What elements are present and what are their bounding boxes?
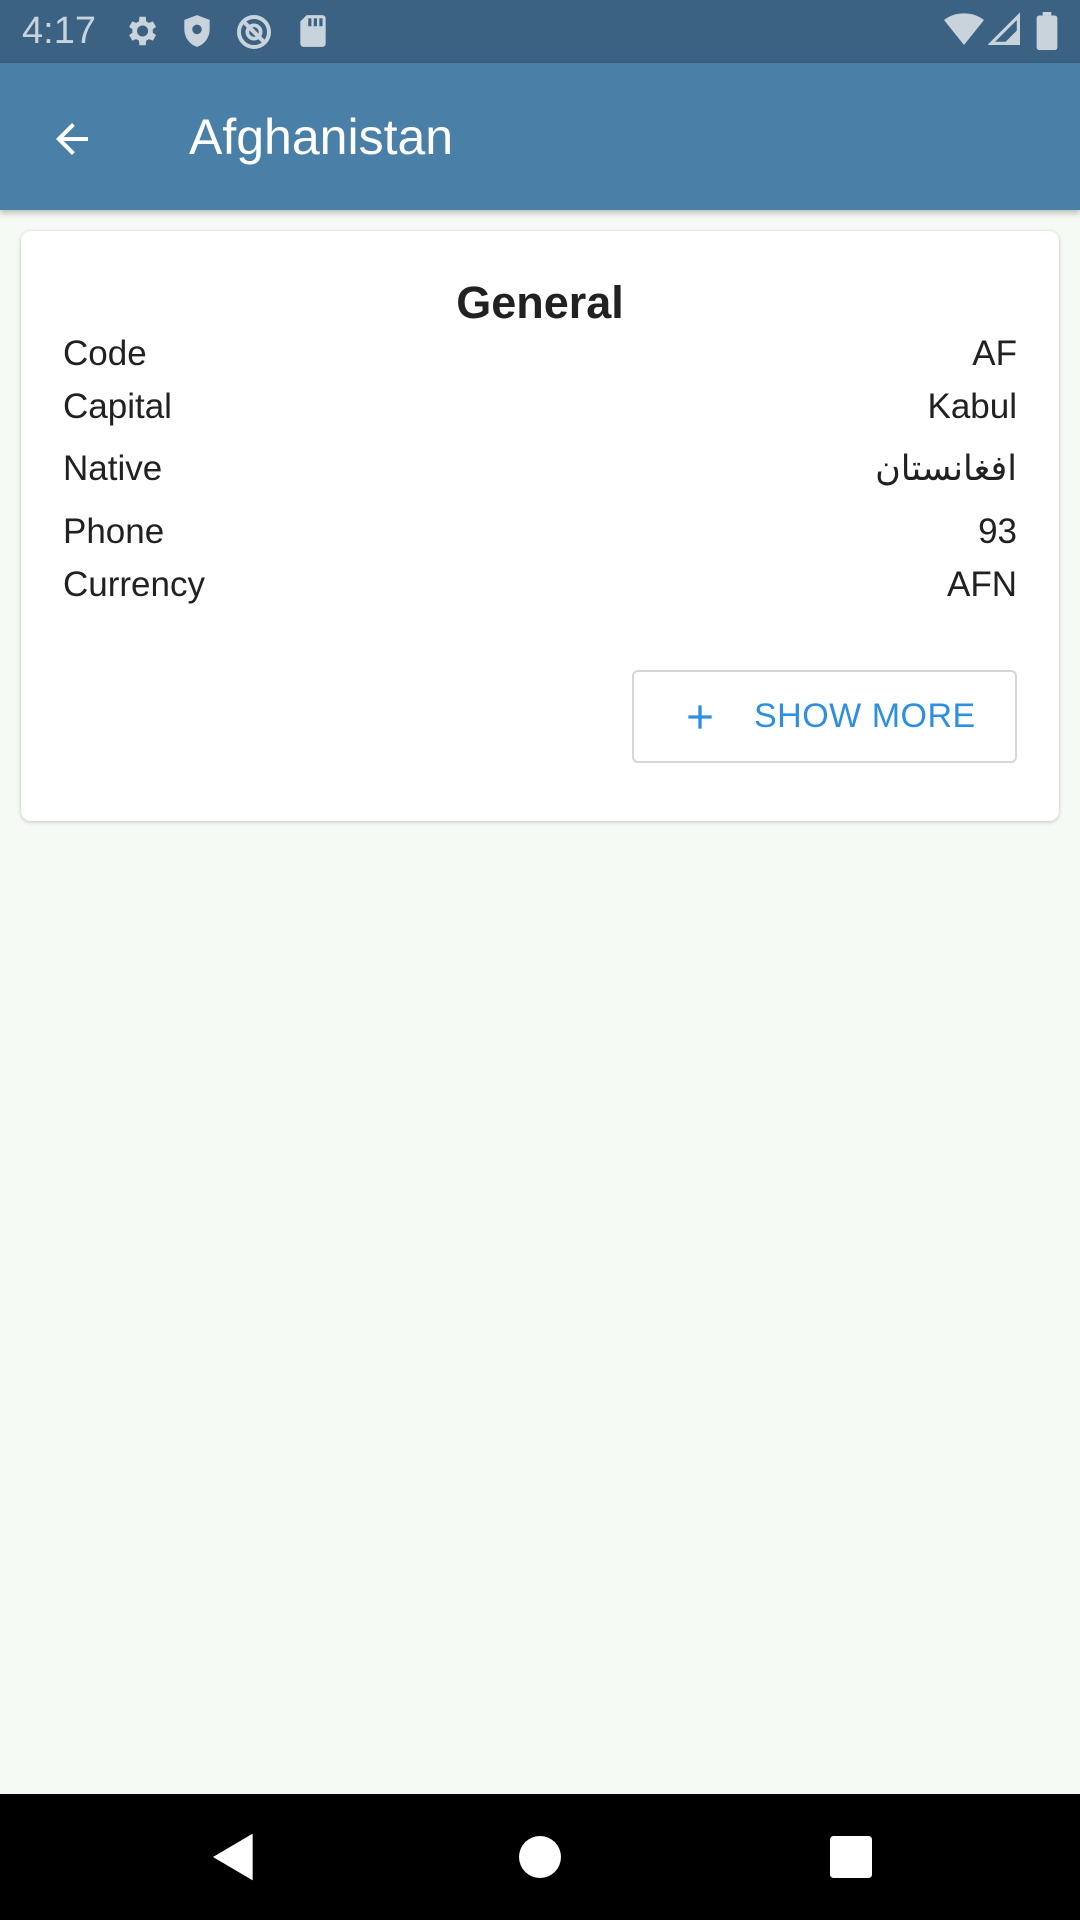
system-nav-bar	[0, 1794, 1080, 1920]
card-title: General	[456, 277, 624, 328]
general-card: General Code AF Capital Kabul Native افغ…	[21, 231, 1059, 821]
row-value: 93	[978, 512, 1017, 551]
row-label: Currency	[63, 565, 205, 604]
show-more-label: SHOW MORE	[754, 697, 976, 735]
signal-icon	[988, 12, 1020, 45]
row-label: Phone	[63, 512, 165, 551]
info-row-phone: Phone 93	[63, 507, 1017, 557]
page-title: Afghanistan	[189, 109, 454, 165]
info-row-native: Native افغانستان	[63, 444, 1017, 494]
show-more-button[interactable]: SHOW MORE	[632, 670, 1017, 763]
row-label: Native	[63, 449, 163, 488]
home-circle-icon[interactable]	[512, 1829, 568, 1885]
back-triangle-icon[interactable]	[206, 1829, 262, 1885]
back-button[interactable]	[36, 103, 108, 175]
plus-icon	[688, 704, 712, 729]
row-value: Kabul	[927, 387, 1017, 426]
info-row-capital: Capital Kabul	[63, 382, 1017, 432]
row-label: Code	[63, 334, 147, 373]
recents-square-icon[interactable]	[823, 1829, 879, 1885]
row-label: Capital	[63, 387, 172, 426]
wifi-icon	[944, 13, 984, 45]
row-value: AF	[972, 334, 1017, 373]
shield-icon	[184, 15, 210, 47]
sd-card-icon	[300, 15, 326, 47]
row-value: AFN	[947, 565, 1017, 604]
status-bar: 4:17	[0, 0, 1080, 63]
info-row-currency: Currency AFN	[63, 560, 1017, 610]
app-bar: Afghanistan	[0, 63, 1080, 210]
status-time: 4:17	[22, 10, 96, 52]
row-value: افغانستان	[875, 449, 1017, 488]
no-sync-icon	[237, 15, 271, 49]
info-row-code: Code AF	[63, 329, 1017, 379]
gear-icon	[129, 16, 157, 46]
battery-icon	[1036, 12, 1058, 50]
arrow-back-icon	[56, 123, 88, 155]
